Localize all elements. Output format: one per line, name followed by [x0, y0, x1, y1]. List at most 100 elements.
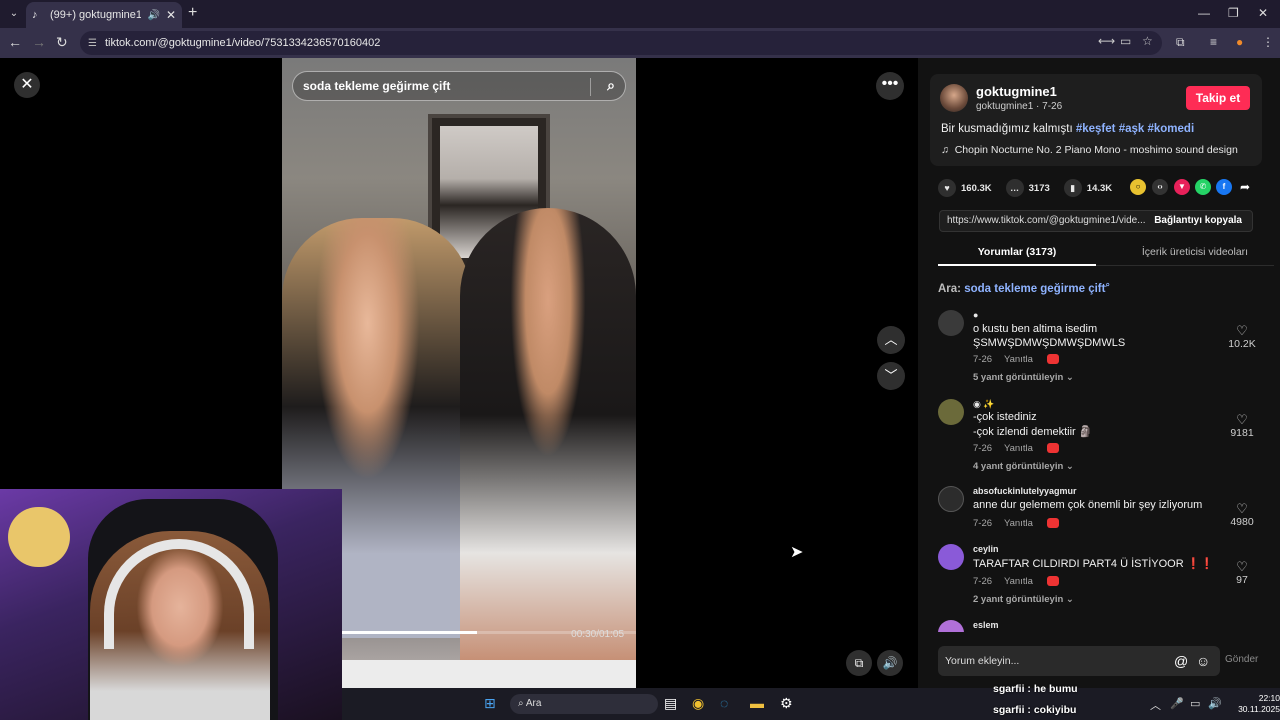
restore-icon[interactable]: ❐ [1228, 6, 1239, 20]
app-icon[interactable]: ⚙ [780, 695, 793, 712]
share-coin-icon[interactable]: ○ [1130, 179, 1146, 195]
comment-item: eslem [938, 620, 1268, 632]
hashtag-komedi[interactable]: #komedi [1147, 123, 1194, 135]
music-line[interactable]: ♫ Chopin Nocturne No. 2 Piano Mono - mos… [941, 144, 1238, 156]
extensions-icon[interactable]: ⧉ [1176, 35, 1185, 50]
comment-like[interactable]: ♡ 97 [1224, 559, 1260, 587]
comment-input[interactable]: Yorum ekleyin... @ ☺ [938, 646, 1220, 676]
microphone-icon[interactable]: 🎤 [1170, 697, 1184, 710]
cast-icon[interactable]: ▭ [1120, 34, 1131, 48]
browser-menu-icon[interactable]: ⋮ [1262, 35, 1274, 49]
comment-date: 7-26 [973, 576, 993, 587]
taskbar-search[interactable]: ⌕ Ara [510, 694, 658, 714]
share-send-icon[interactable]: ▼ [1174, 179, 1190, 195]
comment-item: ◉ ✨ -çok istediniz -çok izlendi demektii… [938, 399, 1268, 479]
view-replies-button[interactable]: 2 yanıt görüntüleyin ⌄ [973, 594, 1074, 605]
comment-username[interactable]: eslem [973, 620, 999, 630]
bookmark-star-icon[interactable]: ☆ [1142, 34, 1153, 48]
reply-button[interactable]: Yanıtla [1004, 518, 1033, 529]
view-replies-button[interactable]: 5 yanıt görüntüleyin ⌄ [973, 372, 1074, 383]
tab-creator-videos[interactable]: İçerik üreticisi videoları [1116, 240, 1274, 266]
browser-tab[interactable]: ♪ (99+) goktugmine1 (@gokt 🔊 ✕ [26, 2, 182, 28]
volume-icon[interactable]: 🔊 [1208, 697, 1222, 710]
facebook-icon[interactable]: f [1216, 179, 1232, 195]
save-stat[interactable]: ▮ 14.3K [1063, 179, 1112, 197]
hashtag-kesfet[interactable]: #keşfet [1076, 123, 1116, 135]
previous-video-button[interactable]: ︿ [877, 326, 905, 354]
next-video-button[interactable]: ﹀ [877, 362, 905, 390]
comment-like[interactable]: ♡ 4980 [1224, 502, 1260, 529]
video-bottom-strip [342, 660, 636, 688]
follow-button[interactable]: Takip et [1186, 86, 1250, 110]
comment-search-suggestion[interactable]: Ara: soda tekleme geğirme çift⌕ [938, 280, 1110, 295]
comment-avatar[interactable] [938, 544, 964, 570]
window-close-icon[interactable]: ✕ [1258, 6, 1268, 20]
chrome-icon[interactable]: ◉ [692, 695, 704, 712]
comment-stat[interactable]: … 3173 [1005, 179, 1050, 197]
comment-avatar[interactable] [938, 486, 964, 512]
forward-icon[interactable]: → [32, 34, 46, 50]
comment-like-count: 10.2K [1228, 338, 1256, 350]
back-icon[interactable]: ← [8, 34, 22, 50]
view-replies-button[interactable]: 4 yanıt görüntüleyin ⌄ [973, 461, 1074, 472]
creator-liked-icon [1046, 443, 1059, 454]
tab-audio-icon[interactable]: 🔊 [147, 10, 159, 21]
minimize-icon[interactable]: — [1198, 6, 1210, 20]
close-video-button[interactable]: ✕ [14, 72, 40, 98]
comment-icon: … [1005, 179, 1024, 197]
emoji-icon[interactable]: ☺ [1196, 646, 1210, 676]
share-arrow-icon[interactable]: ➦ [1237, 179, 1253, 195]
embed-code-icon[interactable]: ‹› [1152, 179, 1168, 195]
windows-start-icon[interactable]: ⊞ [484, 695, 496, 712]
address-url: tiktok.com/@goktugmine1/video/7531334236… [104, 37, 381, 49]
mention-icon[interactable]: @ [1174, 646, 1188, 676]
comment-username[interactable]: ◉ ✨ [973, 399, 995, 410]
new-tab-icon[interactable]: + [188, 4, 197, 22]
author-avatar[interactable] [940, 84, 968, 112]
search-icon[interactable]: ⌕ [607, 77, 615, 94]
comment-username[interactable]: ceylin [973, 544, 999, 554]
hashtag-ask[interactable]: #aşk [1119, 123, 1145, 135]
heart-outline-icon: ♡ [1236, 559, 1248, 574]
heart-icon: ♥ [938, 179, 956, 197]
task-view-icon[interactable]: ▤ [664, 695, 677, 712]
whatsapp-icon[interactable]: ✆ [1195, 179, 1211, 195]
tab-close-icon[interactable]: ✕ [166, 8, 176, 22]
reply-button[interactable]: Yanıtla [1004, 443, 1033, 454]
reply-button[interactable]: Yanıtla [1004, 576, 1033, 587]
comment-username[interactable]: absofuckinlutelyyagmur [973, 486, 1077, 496]
translate-icon[interactable]: ⟷ [1098, 34, 1115, 48]
floating-player-button[interactable]: ⧉ [846, 650, 872, 676]
panel-tabs: Yorumlar (3173) İçerik üreticisi videola… [938, 240, 1274, 266]
search-small-icon: ⌕ [1105, 280, 1110, 289]
reload-icon[interactable]: ↻ [56, 34, 68, 51]
description-text: Bir kusmadığımız kalmıştı [941, 123, 1073, 135]
address-bar[interactable]: ☰ tiktok.com/@goktugmine1/video/75313342… [80, 31, 1162, 55]
tray-chevron-icon[interactable]: ︿ [1150, 697, 1161, 713]
send-button[interactable]: Gönder [1225, 654, 1258, 665]
comment-like[interactable]: ♡ 9181 [1224, 413, 1260, 440]
video-search-box[interactable]: soda tekleme geğirme çift ⌕ [292, 71, 626, 101]
copy-link-button[interactable]: Bağlantıyı kopyala [1144, 211, 1252, 231]
video-link-box[interactable]: https://www.tiktok.com/@goktugmine1/vide… [939, 210, 1253, 232]
comment-like[interactable]: ♡ 10.2K [1224, 324, 1260, 351]
comment-avatar[interactable] [938, 310, 964, 336]
comment-avatar[interactable] [938, 620, 964, 632]
file-explorer-icon[interactable]: ▬ [750, 695, 764, 711]
taskbar-clock[interactable]: 22:10 30.11.2025 [1230, 693, 1280, 715]
network-icon[interactable]: ▭ [1190, 697, 1200, 710]
tiktok-favicon-icon: ♪ [32, 9, 38, 21]
profile-icon[interactable]: ● [1236, 35, 1243, 49]
tab-search-icon[interactable]: ⌄ [6, 6, 22, 22]
more-options-button[interactable]: ••• [876, 72, 904, 100]
reply-button[interactable]: Yanıtla [1004, 354, 1033, 365]
comment-avatar[interactable] [938, 399, 964, 425]
site-info-icon[interactable]: ☰ [88, 38, 97, 49]
volume-button[interactable]: 🔊 [877, 650, 903, 676]
edge-icon[interactable]: ◌ [720, 695, 728, 711]
comment-username[interactable]: ● [973, 310, 978, 320]
like-stat[interactable]: ♥ 160.3K [938, 179, 992, 197]
media-icon[interactable]: ≡ [1210, 35, 1217, 49]
tab-comments[interactable]: Yorumlar (3173) [938, 240, 1096, 266]
author-name[interactable]: goktugmine1 [976, 84, 1057, 99]
